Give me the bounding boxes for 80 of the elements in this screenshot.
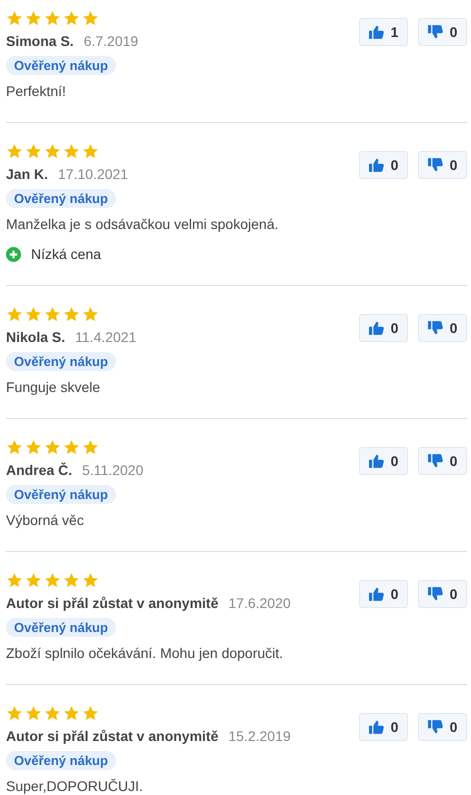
dislike-button[interactable]: 0 bbox=[418, 314, 467, 342]
star-icon bbox=[63, 438, 80, 456]
author-name: Autor si přál zůstat v anonymitě bbox=[6, 728, 218, 744]
thumbs-up-icon bbox=[368, 158, 384, 172]
author-name: Nikola S. bbox=[6, 329, 66, 345]
dislike-button[interactable]: 0 bbox=[418, 580, 467, 608]
star-icon bbox=[82, 572, 99, 588]
star-icon bbox=[6, 438, 23, 456]
star-icon bbox=[82, 306, 99, 322]
star-icon bbox=[25, 438, 42, 456]
plus-icon bbox=[6, 246, 21, 262]
dislike-button[interactable]: 0 bbox=[418, 447, 467, 475]
verified-purchase-badge: Ověřený nákup bbox=[6, 189, 116, 208]
star-icon bbox=[6, 10, 23, 26]
thumbs-up-icon bbox=[368, 25, 384, 39]
star-icon bbox=[82, 704, 99, 722]
thumbs-up-icon bbox=[368, 321, 384, 335]
star-icon bbox=[25, 306, 42, 322]
thumbs-up-icon bbox=[368, 454, 384, 468]
review-date: 17.6.2020 bbox=[228, 595, 291, 611]
thumbs-down-icon bbox=[428, 454, 443, 468]
review-date: 11.4.2021 bbox=[75, 329, 136, 345]
thumbs-down-icon bbox=[428, 25, 443, 39]
star-icon bbox=[82, 438, 99, 456]
verified-purchase-badge: Ověřený nákup bbox=[6, 751, 116, 770]
dislike-button[interactable]: 0 bbox=[418, 151, 467, 179]
review-date: 6.7.2019 bbox=[84, 33, 138, 49]
star-icon bbox=[25, 704, 42, 722]
verified-purchase-badge: Ověřený nákup bbox=[6, 618, 116, 637]
pro-text: Nízká cena bbox=[31, 246, 102, 262]
review-text: Výborná věc bbox=[6, 512, 84, 528]
star-icon bbox=[63, 306, 80, 322]
star-icon bbox=[6, 142, 23, 160]
star-icon bbox=[63, 572, 80, 588]
review-date: 15.2.2019 bbox=[228, 728, 291, 744]
review-text: Super,DOPORUČUJI. bbox=[6, 778, 143, 794]
author-name: Jan K. bbox=[6, 166, 48, 182]
star-icon bbox=[44, 142, 61, 160]
thumbs-down-icon bbox=[428, 158, 443, 172]
verified-purchase-badge: Ověřený nákup bbox=[6, 56, 116, 75]
review-text: Perfektní! bbox=[6, 83, 66, 99]
star-icon bbox=[6, 704, 23, 722]
star-icon bbox=[44, 306, 61, 322]
star-icon bbox=[6, 306, 23, 322]
dislike-button[interactable]: 0 bbox=[418, 713, 467, 741]
star-icon bbox=[82, 10, 99, 26]
thumbs-down-icon bbox=[428, 720, 443, 734]
star-icon bbox=[44, 438, 61, 456]
review-text: Funguje skvele bbox=[6, 379, 100, 395]
thumbs-down-icon bbox=[428, 587, 443, 601]
star-icon bbox=[63, 10, 80, 26]
star-icon bbox=[63, 704, 80, 722]
star-icon bbox=[25, 572, 42, 588]
like-button[interactable]: 0 bbox=[359, 151, 408, 179]
author-name: Andrea Č. bbox=[6, 462, 72, 478]
like-button[interactable]: 0 bbox=[359, 580, 408, 608]
review-text: Manželka je s odsávačkou velmi spokojená. bbox=[6, 216, 278, 232]
like-button[interactable]: 0 bbox=[359, 447, 408, 475]
author-name: Autor si přál zůstat v anonymitě bbox=[6, 595, 218, 611]
star-icon bbox=[6, 572, 23, 588]
star-icon bbox=[44, 572, 61, 588]
verified-purchase-badge: Ověřený nákup bbox=[6, 352, 116, 371]
thumbs-up-icon bbox=[368, 587, 384, 601]
review-date: 17.10.2021 bbox=[58, 166, 128, 182]
star-icon bbox=[82, 142, 99, 160]
author-name: Simona S. bbox=[6, 33, 74, 49]
review-text: Zboží splnilo očekávání. Mohu jen doporučit. bbox=[6, 645, 284, 661]
thumbs-down-icon bbox=[428, 321, 443, 335]
star-icon bbox=[44, 10, 61, 26]
verified-purchase-badge: Ověřený nákup bbox=[6, 485, 116, 504]
like-button[interactable]: 0 bbox=[359, 314, 408, 342]
like-button[interactable]: 1 bbox=[359, 18, 408, 46]
review-date: 5.11.2020 bbox=[82, 462, 144, 478]
star-icon bbox=[25, 10, 42, 26]
star-icon bbox=[63, 142, 80, 160]
thumbs-up-icon bbox=[368, 720, 384, 734]
dislike-button[interactable]: 0 bbox=[418, 18, 467, 46]
like-button[interactable]: 0 bbox=[359, 713, 408, 741]
star-icon bbox=[25, 142, 42, 160]
star-icon bbox=[44, 704, 61, 722]
